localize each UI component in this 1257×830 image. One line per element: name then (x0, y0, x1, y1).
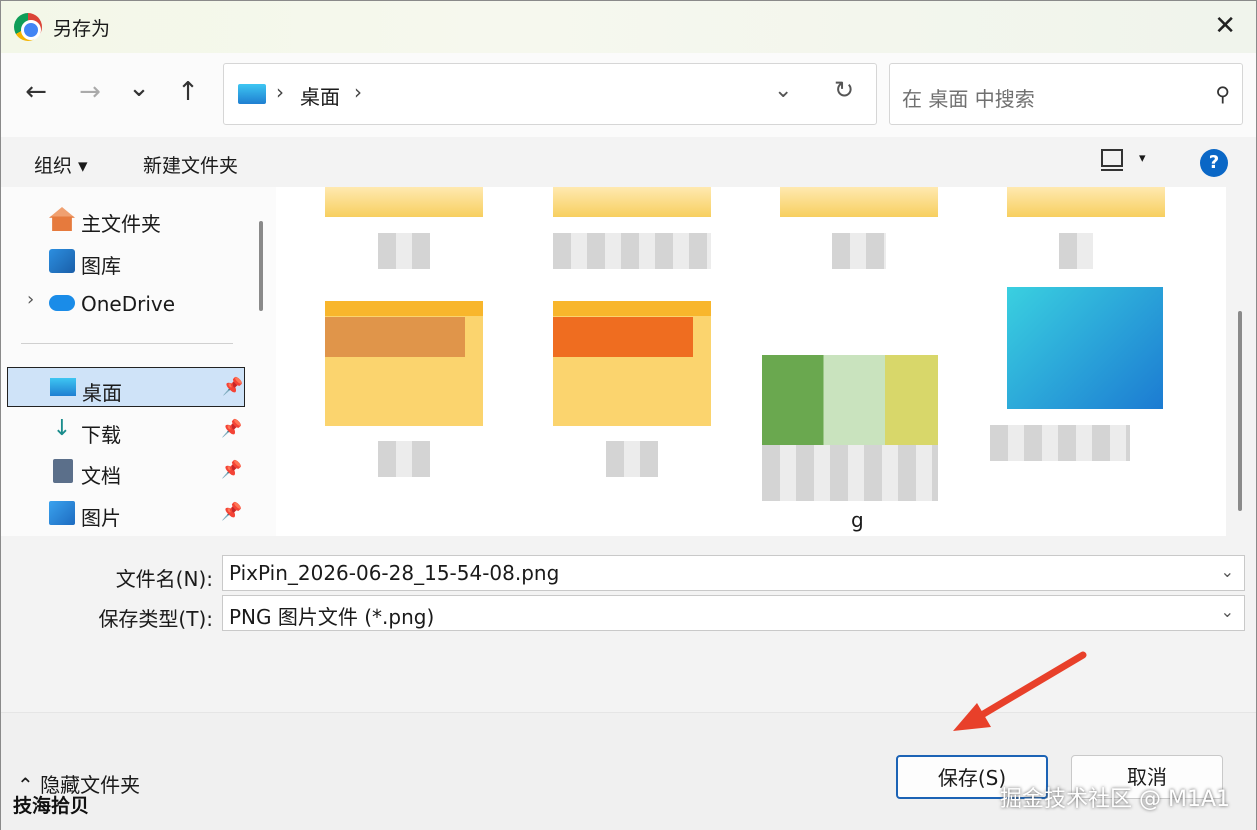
filetype-select[interactable]: PNG 图片文件 (*.png) ⌄ (222, 595, 1245, 631)
toolbar: 组织 ▾ 新建文件夹 ▾ ? (1, 137, 1256, 187)
back-icon[interactable]: ← (19, 77, 53, 107)
new-folder-button[interactable]: 新建文件夹 (143, 151, 238, 178)
gallery-icon (49, 249, 75, 273)
up-icon[interactable]: ↑ (171, 77, 205, 107)
folder-item[interactable] (325, 301, 483, 426)
sidebar-item-label: 图库 (81, 254, 121, 278)
sidebar-item-label: 图片 (81, 506, 121, 530)
search-placeholder: 在 桌面 中搜索 (902, 87, 1035, 111)
sidebar-item-label: 主文件夹 (81, 212, 161, 236)
filename-label: 文件名(N): (115, 567, 213, 591)
sidebar-item-documents[interactable]: 文档 📌 (7, 451, 245, 491)
pictures-icon (49, 501, 75, 525)
folder-item[interactable] (1007, 187, 1165, 217)
pin-icon[interactable]: 📌 (222, 377, 243, 397)
obscured-label (553, 233, 711, 269)
file-label: g (851, 508, 864, 532)
folder-item[interactable] (553, 301, 711, 426)
view-mode-icon[interactable] (1101, 149, 1123, 171)
obscured-label (832, 233, 886, 269)
desktop-icon (50, 378, 76, 396)
sidebar-item-label: 文档 (81, 464, 121, 488)
address-dropdown-icon[interactable]: ⌄ (774, 78, 792, 103)
breadcrumb-desktop[interactable]: 桌面 (300, 81, 340, 110)
sidebar-item-label: OneDrive (81, 292, 176, 316)
download-icon: ↓ (52, 416, 72, 441)
obscured-label (1059, 233, 1093, 269)
navigation-pane: 主文件夹 图库 › OneDrive 桌面 📌 ↓ 下载 📌 文档 📌 图片 📌 (1, 187, 276, 536)
sidebar-item-home[interactable]: 主文件夹 (7, 199, 245, 239)
content-scrollbar[interactable] (1238, 311, 1242, 511)
folder-item[interactable] (780, 187, 938, 217)
pin-icon[interactable]: 📌 (221, 419, 242, 439)
folder-item[interactable] (325, 187, 483, 217)
organize-menu[interactable]: 组织 ▾ (34, 151, 88, 178)
filename-input[interactable]: PixPin_2026-06-28_15-54-08.png ⌄ (222, 555, 1245, 591)
obscured-label (606, 441, 658, 477)
file-list (276, 187, 1226, 536)
close-icon[interactable]: ✕ (1214, 11, 1236, 41)
view-dropdown-icon[interactable]: ▾ (1139, 151, 1146, 166)
obscured-label (990, 425, 1130, 461)
title-bar: 另存为 ✕ (1, 1, 1256, 53)
annotation-arrow (953, 651, 1087, 731)
pin-icon[interactable]: 📌 (221, 460, 242, 480)
expand-chevron-icon[interactable]: › (27, 289, 34, 310)
watermark-text: 掘金技术社区 @ M1A1 (999, 787, 1230, 812)
shortcut-item[interactable] (1007, 287, 1163, 409)
search-input[interactable]: 在 桌面 中搜索 ⚲ (889, 63, 1243, 125)
pin-icon[interactable]: 📌 (221, 502, 242, 522)
sidebar-item-label: 下载 (81, 423, 121, 447)
sidebar-divider (21, 343, 233, 344)
obscured-label (762, 445, 938, 501)
search-icon[interactable]: ⚲ (1215, 82, 1230, 106)
save-as-dialog: 另存为 ✕ ← → ⌄ ↑ › 桌面 › ⌄ ↻ 在 桌面 中搜索 ⚲ 组织 ▾… (0, 0, 1257, 830)
cloud-icon (49, 295, 75, 311)
folder-item[interactable] (553, 187, 711, 217)
filename-value: PixPin_2026-06-28_15-54-08.png (229, 561, 560, 585)
chrome-icon (14, 13, 42, 41)
document-icon (53, 459, 73, 483)
address-bar[interactable]: › 桌面 › ⌄ ↻ (223, 63, 877, 125)
sidebar-item-pictures[interactable]: 图片 📌 (7, 493, 245, 533)
help-icon[interactable]: ? (1200, 149, 1228, 177)
navigation-row: ← → ⌄ ↑ › 桌面 › ⌄ ↻ 在 桌面 中搜索 ⚲ (1, 53, 1256, 137)
forward-icon[interactable]: → (73, 77, 107, 107)
sidebar-item-downloads[interactable]: ↓ 下载 📌 (7, 410, 245, 450)
recent-locations-icon[interactable]: ⌄ (122, 73, 156, 103)
breadcrumb-separator-icon[interactable]: › (354, 80, 362, 104)
filetype-label: 保存类型(T): (98, 607, 213, 631)
sidebar-item-gallery[interactable]: 图库 (7, 241, 245, 281)
desktop-icon (238, 84, 266, 104)
chevron-down-icon[interactable]: ⌄ (1221, 602, 1234, 621)
filetype-value: PNG 图片文件 (*.png) (229, 605, 435, 629)
sidebar-item-desktop[interactable]: 桌面 📌 (7, 367, 245, 407)
obscured-label (378, 441, 430, 477)
sidebar-scrollbar[interactable] (259, 221, 263, 311)
window-title: 另存为 (53, 18, 111, 40)
refresh-icon[interactable]: ↻ (834, 76, 854, 104)
breadcrumb-separator-icon[interactable]: › (276, 80, 284, 104)
sidebar-item-label: 桌面 (82, 381, 122, 405)
sidebar-item-onedrive[interactable]: › OneDrive (7, 283, 245, 323)
image-file-item[interactable] (762, 355, 938, 445)
home-icon (49, 207, 75, 231)
chevron-down-icon[interactable]: ⌄ (1221, 562, 1234, 581)
obscured-label (378, 233, 430, 269)
watermark-text-left: 技海拾贝 (13, 795, 90, 817)
